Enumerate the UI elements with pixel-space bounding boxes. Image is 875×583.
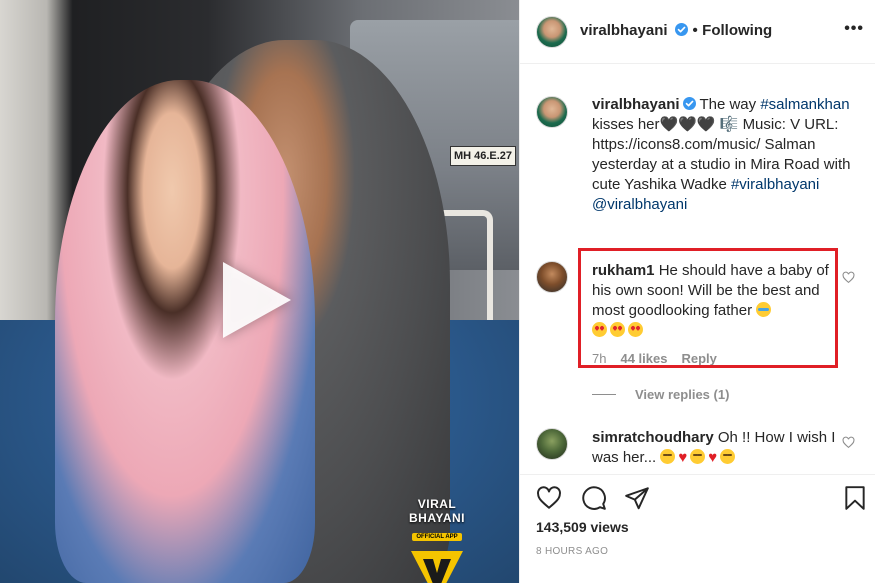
post-actions: 143,509 views 8 HOURS AGO: [520, 474, 875, 583]
share-icon[interactable]: [624, 485, 650, 511]
post-video[interactable]: MH 46.E.27 VIRAL BHAYANI OFFICIAL APP: [0, 0, 519, 583]
view-count[interactable]: 143,509 views: [536, 519, 629, 535]
verified-badge-icon: [682, 97, 696, 110]
laughing-face-icon: [720, 449, 736, 464]
verified-badge-icon: [675, 23, 688, 36]
caption-text-pre: The way: [699, 96, 761, 113]
header-username[interactable]: viralbhayani: [580, 22, 668, 39]
header-user-row: viralbhayani • Following: [580, 22, 772, 40]
watermark-subtitle: OFFICIAL APP: [412, 533, 462, 541]
mention-link[interactable]: @viralbhayani: [592, 196, 687, 213]
bookmark-icon[interactable]: [842, 485, 868, 511]
post-timestamp: 8 HOURS AGO: [536, 546, 609, 557]
comment-avatar[interactable]: [536, 261, 568, 293]
hashtag-link[interactable]: #salmankhan: [760, 96, 849, 113]
play-icon[interactable]: [223, 262, 291, 338]
comment-item: simratchoudhary Oh !! How I wish I was h…: [592, 428, 840, 468]
comment-username[interactable]: simratchoudhary: [592, 429, 714, 446]
red-heart-icon: ♥: [708, 449, 718, 466]
watermark-title: VIRAL BHAYANI: [409, 497, 465, 525]
laughing-face-icon: [660, 449, 676, 464]
dot-separator: •: [692, 22, 698, 39]
following-button[interactable]: Following: [702, 22, 772, 39]
avatar[interactable]: [536, 16, 568, 48]
comment-icon[interactable]: [581, 485, 607, 511]
view-replies-button[interactable]: View replies (1): [635, 387, 729, 402]
more-horizontal-icon[interactable]: •••: [844, 20, 864, 38]
watermark: VIRAL BHAYANI OFFICIAL APP: [392, 497, 482, 583]
red-heart-icon: ♥: [678, 449, 688, 466]
hashtag-link[interactable]: #viralbhayani: [731, 176, 819, 193]
caption-username[interactable]: viralbhayani: [592, 96, 680, 113]
replies-divider: [592, 394, 616, 395]
comment-highlight-box: [578, 248, 838, 368]
comment-like-icon[interactable]: [842, 436, 855, 449]
license-plate: MH 46.E.27: [450, 146, 516, 166]
comment-like-icon[interactable]: [842, 271, 855, 284]
caption: viralbhayani The way #salmankhan kisses …: [592, 95, 862, 215]
viral-logo-icon: [409, 547, 465, 583]
comment-avatar[interactable]: [536, 428, 568, 460]
laughing-face-icon: [690, 449, 706, 464]
heart-icon[interactable]: [536, 485, 562, 511]
caption-avatar[interactable]: [536, 96, 568, 128]
post-header: viralbhayani • Following •••: [520, 0, 875, 64]
